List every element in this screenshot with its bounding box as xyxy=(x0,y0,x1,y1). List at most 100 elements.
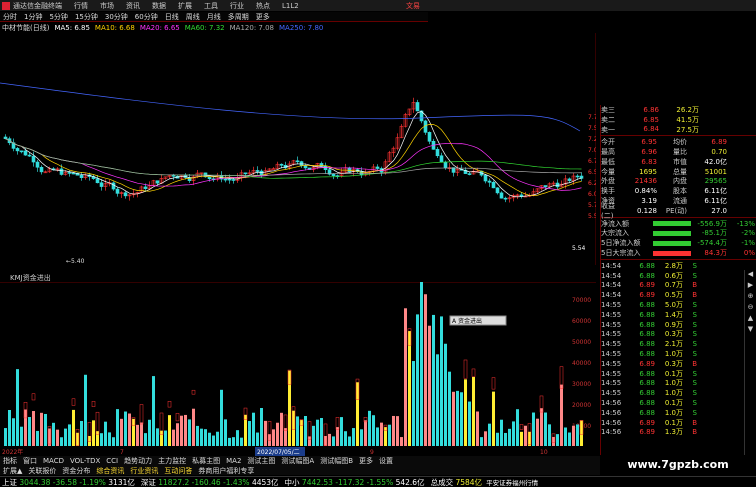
menu-item[interactable]: 行情 xyxy=(74,2,88,10)
indicator-tab[interactable]: 更多 xyxy=(359,456,373,466)
indicator-tab[interactable]: VOL-TDX xyxy=(70,457,100,465)
vol-bar xyxy=(424,294,427,446)
flow-row: 5日净流入额 -574.4万 -1% xyxy=(601,238,756,248)
period-tab[interactable]: 日线 xyxy=(165,12,179,21)
indicator-tab[interactable]: 私募主图 xyxy=(192,456,220,466)
period-tab[interactable]: 30分钟 xyxy=(105,12,128,21)
tick-price: 6.88 xyxy=(639,330,655,339)
period-tab[interactable]: 月线 xyxy=(207,12,221,21)
candle-body xyxy=(123,192,128,197)
extension-tab[interactable]: 关联报价 xyxy=(28,466,56,475)
index-item[interactable]: 中小 7442.53 -117.32 -1.55% 542.6亿 xyxy=(285,477,425,487)
indicator-tab[interactable]: 主力监控 xyxy=(158,456,186,466)
vol-bar xyxy=(568,432,571,446)
stat-row: 收益(二) 0.128 PE(动) 27.0 xyxy=(601,202,756,220)
vol-bar xyxy=(156,428,159,446)
vol-bar xyxy=(340,417,343,446)
period-tab[interactable]: 分时 xyxy=(3,12,17,21)
menu-item[interactable]: 数据 xyxy=(152,2,166,10)
period-tab[interactable]: 1分钟 xyxy=(24,12,42,21)
side-tool-icon[interactable]: ⊕ xyxy=(745,292,756,303)
indicator-tab[interactable]: 测试幅图B xyxy=(320,456,353,466)
indicator-tab[interactable]: 趋势动力 xyxy=(124,456,152,466)
stats-table: 今开 6.95 均价 6.89 最高 6.96 量比 0.70 最低 6.83 市值 42.0亿 今量 1… xyxy=(601,137,756,220)
indicator-tab[interactable]: CCI xyxy=(106,457,118,465)
menu-item[interactable]: 市场 xyxy=(100,2,114,10)
vol-bar xyxy=(288,370,291,446)
indicator-tab[interactable]: 测试幅图A xyxy=(281,456,314,466)
index-value: 7584亿 xyxy=(455,477,483,487)
candlestick-chart[interactable]: 7.75 7.50 7.25 7.00 6.75 6.50 6.25 6.00 5.75 5.50… xyxy=(0,33,596,265)
extension-tab[interactable]: 扩展▲ xyxy=(3,466,22,475)
index-value: 7442.53 xyxy=(301,477,336,487)
stat-label: PE(动) xyxy=(665,206,687,215)
tick-side: B xyxy=(692,359,697,368)
vol-bar xyxy=(184,414,187,446)
index-item[interactable]: 总成交 7584亿 xyxy=(431,477,482,487)
side-tool-icon[interactable]: ▼ xyxy=(745,325,756,336)
candle-body xyxy=(95,178,100,184)
extension-tab[interactable]: 综合资讯 xyxy=(96,466,124,475)
period-tab[interactable]: 15分钟 xyxy=(75,12,98,21)
indicator-tab[interactable]: 指标 xyxy=(3,456,17,466)
tick-row: 14:55 6.88 5.0万 S xyxy=(601,300,756,310)
indicator-tab[interactable]: 测试主图 xyxy=(247,456,275,466)
candle-body xyxy=(71,172,76,175)
vol-bar xyxy=(28,417,31,446)
index-item[interactable]: 上证 3044.38 -36.58 -1.19% 3131亿 xyxy=(2,477,135,487)
vol-tick: 70000 xyxy=(572,297,591,304)
period-tab[interactable]: 多周期 xyxy=(228,12,249,21)
period-tab[interactable]: 周线 xyxy=(186,12,200,21)
side-tool-icon[interactable]: ▲ xyxy=(745,314,756,325)
candle-body xyxy=(279,163,284,166)
vol-bar xyxy=(444,343,447,446)
period-tab[interactable]: 更多 xyxy=(256,12,270,21)
tick-row: 14:55 6.88 0.3万 S xyxy=(601,330,756,340)
menu-item[interactable]: 扩展 xyxy=(178,2,192,10)
price-tick: 5.50 xyxy=(588,213,596,220)
extension-tab[interactable]: 行业资讯 xyxy=(130,466,158,475)
fund-flow-chart[interactable]: 700006000050000400003000020000100002022年… xyxy=(0,282,596,456)
extension-tab[interactable]: 互动问答 xyxy=(164,466,192,475)
side-tool-icon[interactable]: ◀ xyxy=(745,270,756,281)
candle-body xyxy=(111,182,116,190)
period-tab[interactable]: 60分钟 xyxy=(135,12,158,21)
tick-row: 14:55 6.88 1.4万 S xyxy=(601,310,756,320)
indicator-popup[interactable]: A 资金进出 xyxy=(449,315,507,326)
menu-item[interactable]: 工具 xyxy=(204,2,218,10)
indicator-tab[interactable]: MACD xyxy=(43,457,64,465)
extension-tab[interactable]: 资金分布 xyxy=(62,466,90,475)
date-tag: 2022/07/05/二 xyxy=(255,447,305,456)
period-tab[interactable]: 5分钟 xyxy=(49,12,67,21)
tick-row: 14:54 6.88 0.6万 S xyxy=(601,271,756,281)
menu-item[interactable]: 行业 xyxy=(230,2,244,10)
indicator-tab[interactable]: MA2 xyxy=(226,457,241,465)
tick-price: 6.88 xyxy=(639,310,655,319)
vol-bar xyxy=(416,314,419,446)
index-amount: 4453亿 xyxy=(251,477,279,487)
vol-bar xyxy=(216,431,219,446)
side-tool-icon[interactable]: ▶ xyxy=(745,281,756,292)
tick-time: 14:54 xyxy=(601,281,622,290)
index-item[interactable]: 深证 11827.2 -160.46 -1.43% 4453亿 xyxy=(141,477,279,487)
tick-volume: 2.8万 xyxy=(664,261,683,270)
menu-item[interactable]: 热点 xyxy=(256,2,270,10)
stat-row: 最高 6.96 量比 0.70 xyxy=(601,147,756,157)
menu-item[interactable]: 资讯 xyxy=(126,2,140,10)
flow-label: 5日大宗流入 xyxy=(601,249,641,258)
vol-bar xyxy=(552,436,555,446)
side-tool-icon[interactable]: ⊖ xyxy=(745,303,756,314)
vol-tick: 30000 xyxy=(572,381,591,388)
quote-panel: 卖三 6.86 26.2万 卖二 6.85 41.5万 卖一 6.84 27.5万 今开 6.95… xyxy=(600,105,756,455)
indicator-tab[interactable]: 设置 xyxy=(379,456,393,466)
menu-item[interactable]: L1L2 xyxy=(282,2,299,10)
indicator-tab[interactable]: 窗口 xyxy=(23,456,37,466)
tick-volume: 0.5万 xyxy=(664,291,683,300)
candle-body xyxy=(99,182,104,187)
vol-bar xyxy=(336,427,339,446)
flow-bar xyxy=(653,221,691,227)
vol-bar xyxy=(392,415,395,446)
stat-label: 今开 xyxy=(601,138,615,147)
extension-tab[interactable]: 券商用户福利专享 xyxy=(198,466,254,475)
tick-time: 14:55 xyxy=(601,389,622,398)
